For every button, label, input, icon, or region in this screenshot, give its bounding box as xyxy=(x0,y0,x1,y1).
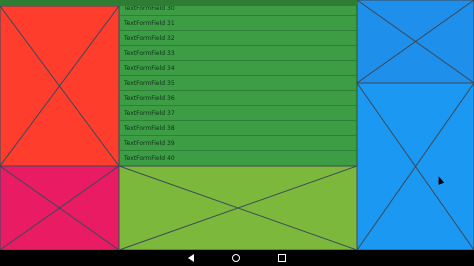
text-form-field[interactable]: TextFormField 40 xyxy=(120,151,356,166)
home-icon[interactable] xyxy=(232,254,240,262)
text-form-field[interactable]: TextFormField 32 xyxy=(120,31,356,46)
text-form-field[interactable]: TextFormField 33 xyxy=(120,46,356,61)
text-form-field[interactable]: TextFormField 38 xyxy=(120,121,356,136)
placeholder-cross xyxy=(119,166,357,250)
placeholder-cross xyxy=(0,6,119,166)
text-form-field[interactable]: TextFormField 30 xyxy=(120,6,356,16)
text-form-field[interactable]: TextFormField 31 xyxy=(120,16,356,31)
back-icon[interactable] xyxy=(188,254,194,262)
placeholder-cross xyxy=(0,166,119,250)
placeholder-top-right xyxy=(357,0,474,83)
text-form-field[interactable]: TextFormField 36 xyxy=(120,91,356,106)
text-form-field[interactable]: TextFormField 37 xyxy=(120,106,356,121)
text-form-field-list[interactable]: TextFormField 30 TextFormField 31 TextForm… xyxy=(119,6,357,166)
placeholder-bottom-left xyxy=(0,166,119,250)
placeholder-bottom-right xyxy=(357,83,474,250)
text-form-field[interactable]: TextFormField 35 xyxy=(120,76,356,91)
placeholder-bottom-center xyxy=(119,166,357,250)
navigation-bar xyxy=(0,250,474,266)
text-form-field[interactable]: TextFormField 39 xyxy=(120,136,356,151)
text-form-field[interactable]: TextFormField 34 xyxy=(120,61,356,76)
placeholder-cross xyxy=(357,83,474,250)
placeholder-cross xyxy=(357,0,474,83)
placeholder-top-left xyxy=(0,6,119,166)
recents-icon[interactable] xyxy=(278,254,286,262)
